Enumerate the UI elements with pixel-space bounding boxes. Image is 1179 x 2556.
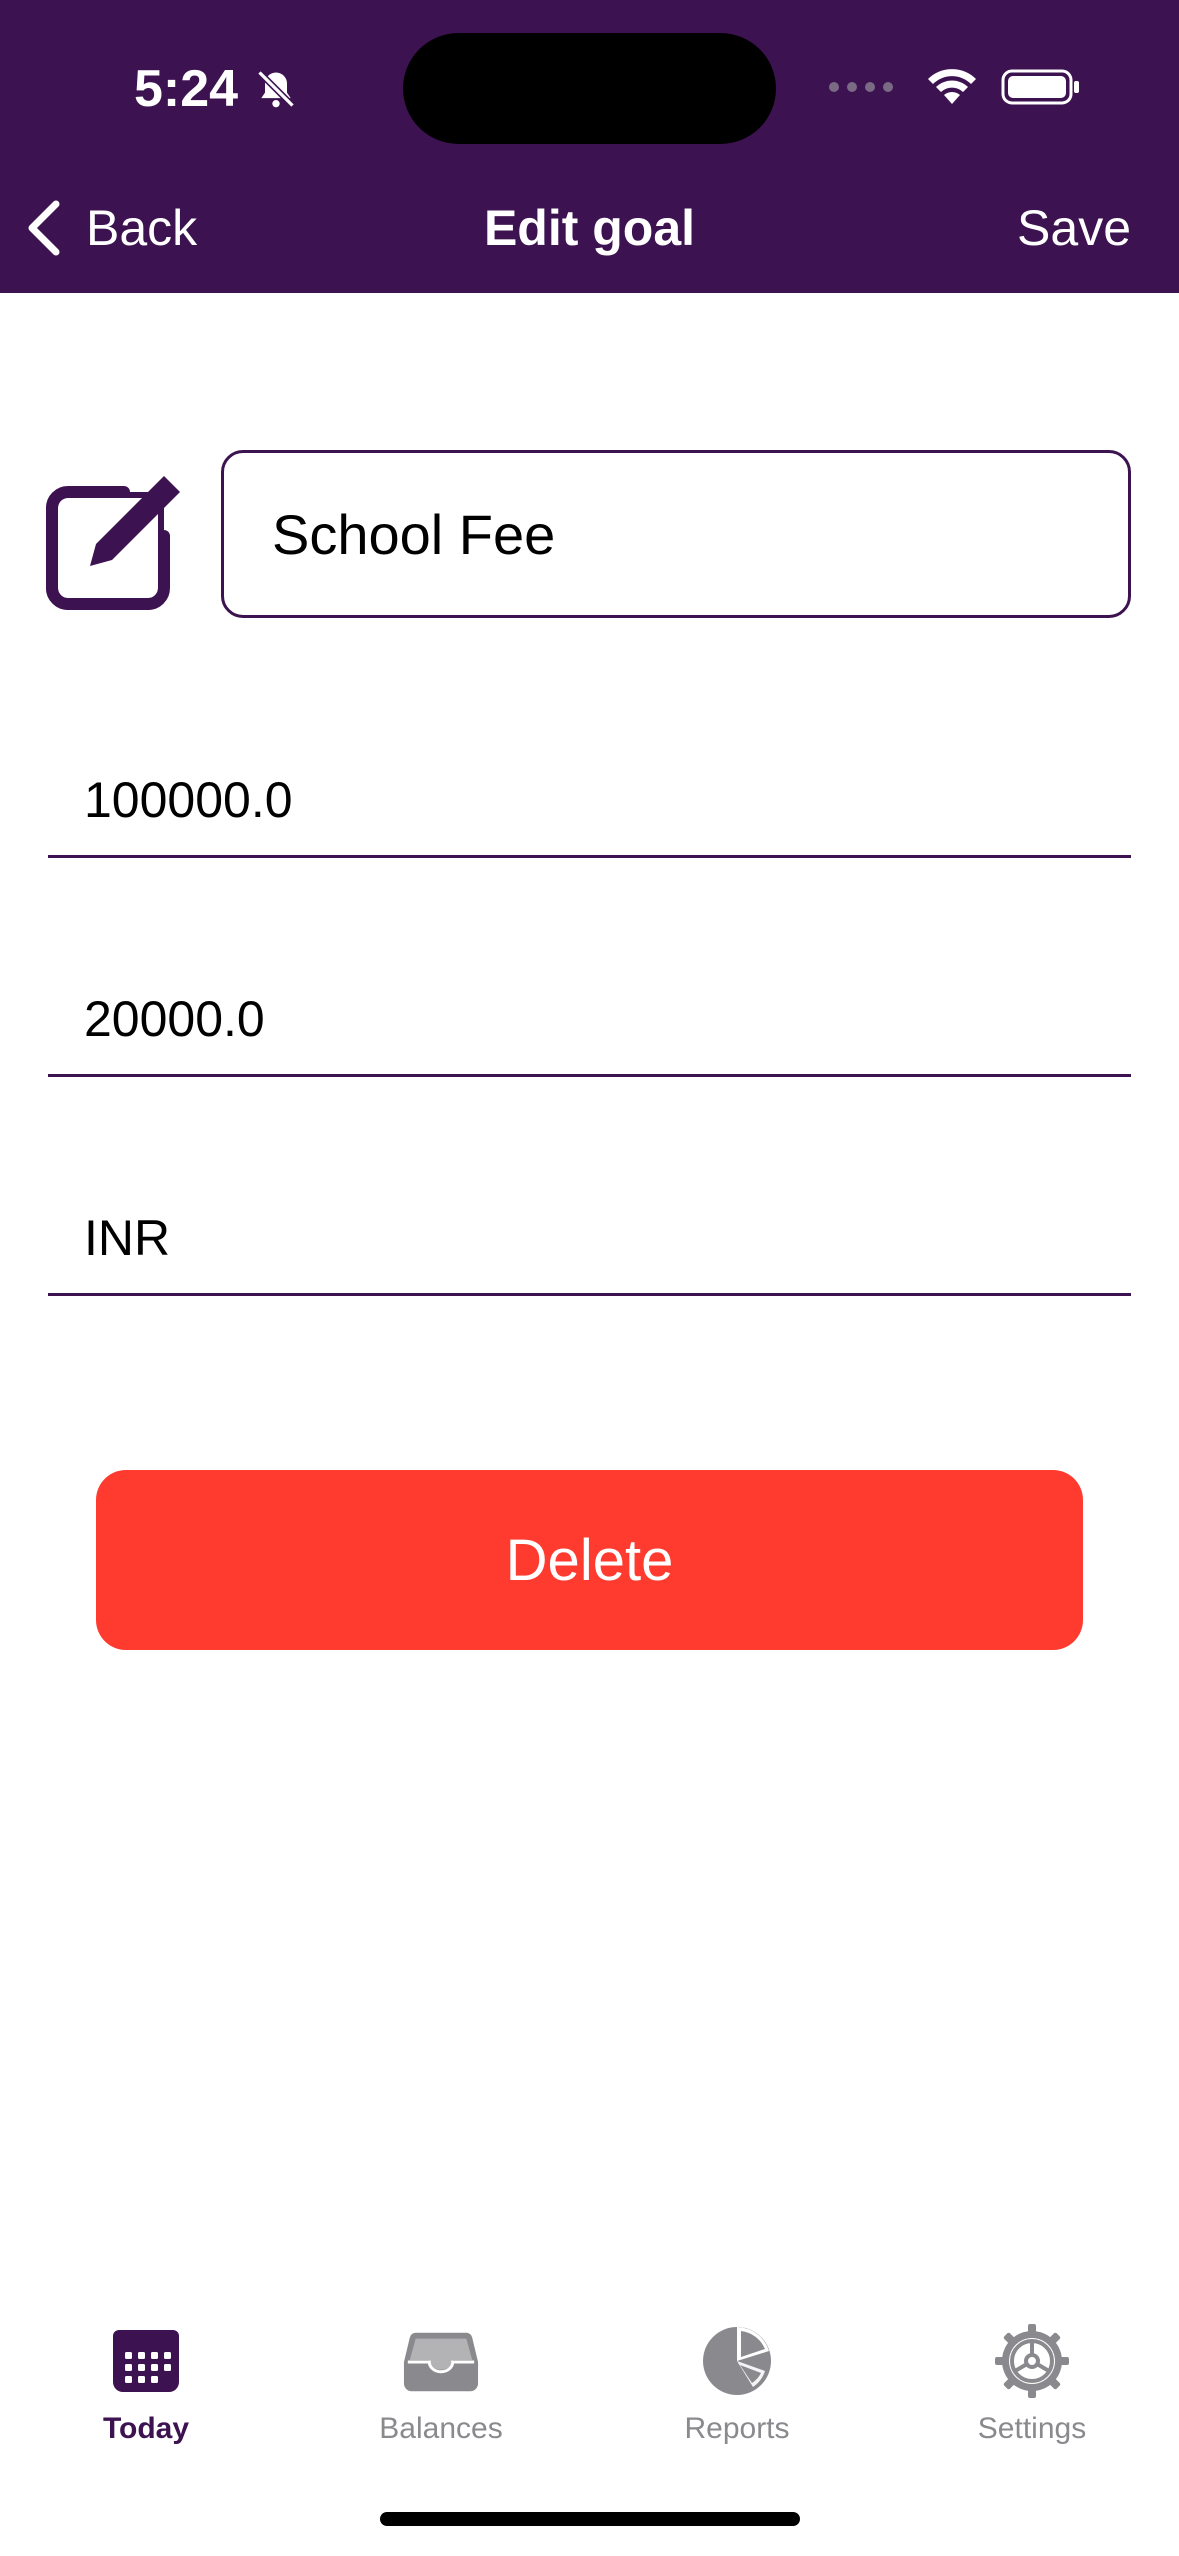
cellular-icon (829, 82, 893, 92)
back-button[interactable]: Back (24, 190, 197, 266)
gear-icon (993, 2324, 1071, 2398)
edit-icon (46, 466, 190, 610)
tab-label-settings: Settings (977, 2412, 1087, 2445)
saved-amount-input[interactable] (48, 964, 1131, 1074)
tab-label-today: Today (102, 2412, 190, 2445)
delete-button[interactable]: Delete (96, 1470, 1083, 1650)
dynamic-island (403, 33, 776, 144)
target-amount-input[interactable] (48, 745, 1131, 855)
save-button[interactable]: Save (1017, 190, 1131, 266)
saved-amount-field[interactable] (48, 964, 1131, 1077)
tab-today[interactable]: Today (26, 2326, 266, 2456)
tab-settings[interactable]: Settings (912, 2324, 1152, 2456)
back-label: Back (86, 200, 198, 256)
navigation-header: 5:24 Back Edit goal Save (0, 0, 1179, 293)
chevron-left-icon (28, 200, 60, 256)
battery-icon (1001, 69, 1079, 105)
bell-slash-icon (257, 70, 295, 108)
tab-label-balances: Balances (379, 2412, 503, 2445)
currency-input[interactable] (48, 1183, 1131, 1293)
tab-reports[interactable]: Reports (617, 2326, 857, 2456)
tab-label-reports: Reports (684, 2412, 790, 2445)
goal-name-input[interactable] (224, 453, 1128, 615)
status-time-text: 5:24 (134, 60, 239, 118)
target-amount-field[interactable] (48, 745, 1131, 858)
calendar-icon (107, 2326, 185, 2396)
home-indicator[interactable] (380, 2512, 800, 2526)
tab-bar: Today Balances Reports Settings (0, 2300, 1179, 2460)
wifi-icon (928, 69, 976, 104)
tab-balances[interactable]: Balances (321, 2326, 561, 2456)
goal-name-field[interactable] (221, 450, 1131, 618)
currency-field[interactable] (48, 1183, 1131, 1296)
status-bar-indicators (829, 62, 1081, 112)
tray-icon (402, 2326, 480, 2396)
status-bar-time: 5:24 (134, 54, 298, 124)
pie-chart-icon (698, 2326, 776, 2396)
